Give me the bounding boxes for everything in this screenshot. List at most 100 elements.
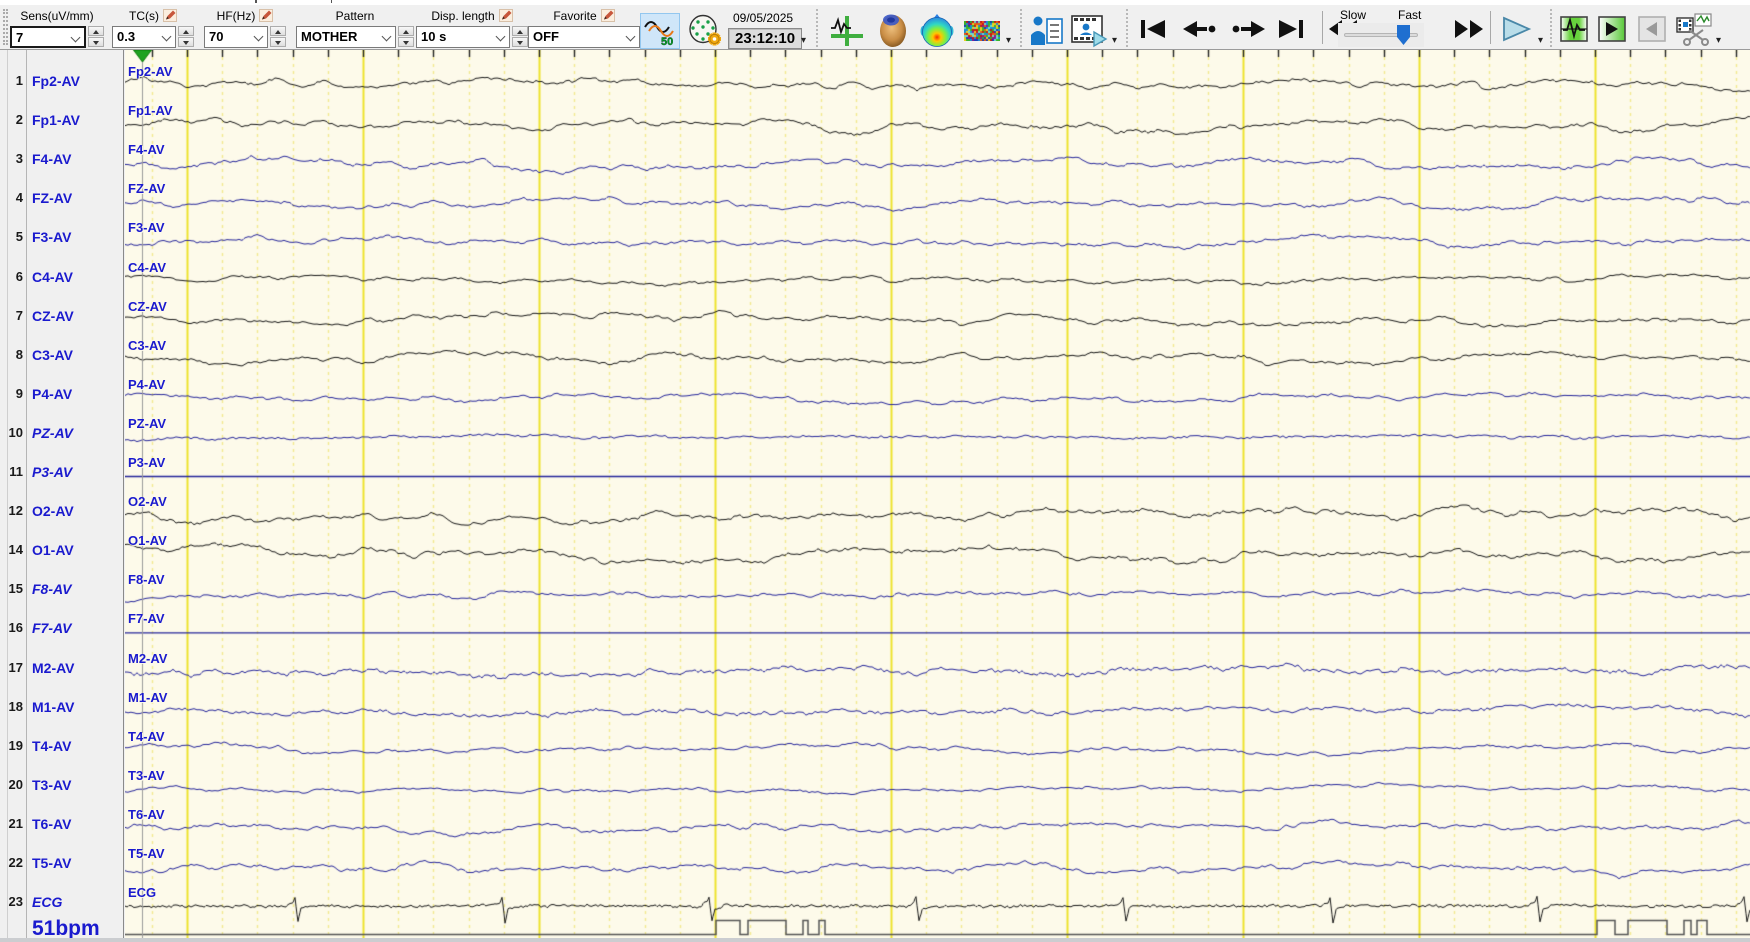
speed-slider: Slow Fast (1338, 5, 1452, 49)
skip-to-end-button[interactable] (1272, 14, 1310, 44)
channel-number: 7 (15, 307, 23, 323)
param-field-disp-length: Disp. length 10 s (416, 5, 528, 49)
notch-filter-button[interactable]: 50 (640, 13, 680, 49)
edit-pencil-icon[interactable] (600, 9, 615, 22)
channel-row-t6-av[interactable]: 21 T6-AV (0, 816, 123, 834)
param-spinner (512, 26, 528, 48)
play-segment-button[interactable] (1596, 14, 1628, 44)
analysis-overflow-arrow[interactable]: ▾ (1006, 35, 1011, 46)
chevron-down-icon (381, 31, 392, 42)
channel-row-t4-av[interactable]: 19 T4-AV (0, 738, 123, 756)
channel-row-m1-av[interactable]: 18 M1-AV (0, 699, 123, 717)
time-overflow-arrow[interactable]: ▾ (801, 35, 806, 46)
spinner-up-button[interactable] (88, 26, 104, 36)
slider-track[interactable] (1338, 23, 1424, 47)
play-overflow-arrow[interactable]: ▾ (1538, 35, 1543, 46)
eeg-canvas[interactable] (125, 50, 1750, 942)
channel-label: F8-AV (32, 581, 72, 598)
channel-row-pz-av[interactable]: 10 PZ-AV (0, 425, 123, 443)
edit-pencil-icon[interactable] (498, 9, 513, 22)
separator (1126, 9, 1130, 47)
channel-row-c4-av[interactable]: 6 C4-AV (0, 269, 123, 287)
channel-number: 8 (15, 346, 23, 362)
step-forward-button[interactable] (1226, 14, 1272, 44)
channel-row-o2-av[interactable]: 12 O2-AV (0, 503, 123, 521)
channel-row-fp1-av[interactable]: 2 Fp1-AV (0, 112, 123, 130)
patient-info-button[interactable] (1028, 13, 1066, 49)
trace-label-m1-av: M1-AV (128, 689, 168, 705)
channel-row-p4-av[interactable]: 9 P4-AV (0, 386, 123, 404)
toolbar-grip[interactable] (3, 9, 8, 45)
param-select[interactable]: 10 s (416, 26, 510, 48)
channel-row-f7-av[interactable]: 16 F7-AV (0, 620, 123, 638)
current-time[interactable]: 23:12:10 (728, 28, 803, 49)
spinner-up-button[interactable] (398, 26, 414, 36)
spinner-down-button[interactable] (512, 37, 528, 47)
channel-label: P3-AV (32, 464, 73, 480)
channel-label: O1-AV (32, 542, 74, 559)
spinner-down-button[interactable] (398, 37, 414, 47)
chevron-down-icon (70, 32, 81, 43)
channel-row-p3-av[interactable]: 11 P3-AV (0, 464, 123, 482)
trace-label-c3-av: C3-AV (128, 337, 167, 353)
channel-label: T4-AV (32, 737, 72, 754)
chevron-down-icon (625, 31, 636, 42)
channel-row-t3-av[interactable]: 20 T3-AV (0, 777, 123, 795)
channel-number: 1 (15, 73, 23, 88)
channel-row-m2-av[interactable]: 17 M2-AV (0, 660, 123, 678)
channel-row-cz-av[interactable]: 7 CZ-AV (0, 308, 123, 326)
current-date: 09/05/2025 (733, 11, 794, 25)
channel-label: F3-AV (32, 229, 72, 246)
clip-overflow-arrow[interactable]: ▾ (1716, 35, 1721, 46)
channel-number: 16 (8, 620, 23, 636)
topo-map-button[interactable] (916, 13, 958, 49)
video-overflow-arrow[interactable]: ▾ (1112, 35, 1117, 46)
overview-trace-button[interactable] (1558, 14, 1590, 44)
channel-number: 20 (8, 776, 23, 792)
param-select[interactable]: MOTHER (296, 26, 396, 48)
channel-sidebar: 1 Fp2-AV 2 Fp1-AV 3 F4-AV 4 FZ-AV 5 F3-AV 6 C4-AV 7 C… (0, 50, 124, 942)
channel-row-o1-av[interactable]: 14 O1-AV (0, 542, 123, 560)
video-review-button[interactable] (1068, 13, 1110, 49)
channel-row-fp2-av[interactable]: 1 Fp2-AV (0, 73, 123, 91)
spinner-up-button[interactable] (178, 26, 194, 36)
fast-forward-button[interactable] (1452, 14, 1486, 44)
play-segment-icon (1598, 16, 1626, 42)
param-select[interactable]: 70 (204, 26, 268, 48)
step-back-button[interactable] (1176, 14, 1222, 44)
param-field-tc-s-: TC(s) 0.3 (112, 5, 194, 49)
spinner-down-button[interactable] (270, 37, 286, 47)
channel-row-f3-av[interactable]: 5 F3-AV (0, 229, 123, 247)
trace-label-ecg: ECG (128, 885, 157, 901)
channel-row-f8-av[interactable]: 15 F8-AV (0, 581, 123, 599)
param-select[interactable]: OFF (528, 26, 640, 48)
channel-row-ecg[interactable]: 23 ECG (0, 894, 123, 912)
channel-number: 9 (15, 385, 23, 401)
spinner-up-button[interactable] (270, 26, 286, 36)
param-label: Pattern (335, 9, 375, 23)
play-button[interactable] (1496, 14, 1536, 44)
channel-row-f4-av[interactable]: 3 F4-AV (0, 151, 123, 169)
head-model-button[interactable] (872, 13, 914, 49)
param-select[interactable]: 0.3 (112, 26, 176, 48)
spinner-down-button[interactable] (88, 37, 104, 47)
edit-pencil-icon[interactable] (163, 9, 177, 22)
clip-cut-button[interactable] (1674, 13, 1714, 46)
spinner-down-button[interactable] (178, 37, 194, 47)
spinner-up-button[interactable] (512, 26, 528, 36)
trace-review-button[interactable] (826, 13, 868, 49)
edit-pencil-icon[interactable] (259, 9, 274, 22)
param-select[interactable]: 7 (10, 26, 86, 48)
param-label: Favorite (528, 9, 640, 23)
sidebar-divider (26, 50, 27, 942)
spectrogram-button[interactable] (960, 13, 1004, 49)
trace-label-t4-av: T4-AV (128, 728, 165, 744)
eeg-trace-area[interactable]: Fp2-AV Fp1-AV F4-AV FZ-AV F3-AV C4-AV CZ-AV C3-… (125, 50, 1750, 942)
skip-to-start-button[interactable] (1134, 14, 1172, 44)
channel-row-c3-av[interactable]: 8 C3-AV (0, 347, 123, 365)
montage-setup-button[interactable] (684, 13, 724, 49)
channel-row-t5-av[interactable]: 22 T5-AV (0, 855, 123, 873)
channel-row-fz-av[interactable]: 4 FZ-AV (0, 190, 123, 208)
slider-thumb[interactable] (1397, 25, 1410, 45)
channel-number: 4 (15, 190, 23, 206)
